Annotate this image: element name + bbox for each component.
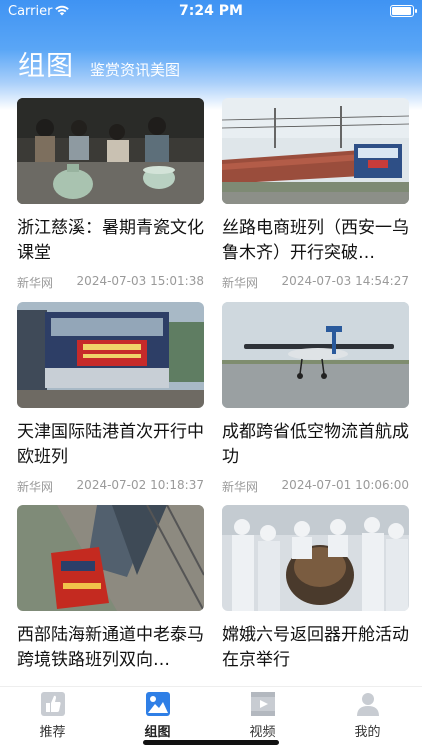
card-timestamp: 2024-07-03 14:54:27 — [281, 274, 409, 288]
card-timestamp: 2024-07-03 15:01:38 — [76, 274, 204, 288]
gallery-card[interactable]: 丝路电商班列（西安一乌鲁木齐）开行突破… 新华网 2024-07-03 14:5… — [222, 98, 409, 291]
card-title: 嫦娥六号返回器开舱活动在京举行 — [222, 625, 409, 670]
video-icon — [250, 692, 275, 716]
card-source: 新华网 — [222, 480, 259, 494]
gallery-card[interactable]: 浙江慈溪：暑期青瓷文化课堂 新华网 2024-07-03 15:01:38 — [17, 98, 204, 291]
home-indicator — [143, 740, 279, 745]
profile-icon — [356, 693, 379, 716]
red-locomotive-photo — [17, 505, 204, 611]
gallery-card[interactable]: 嫦娥六号返回器开舱活动在京举行 — [222, 505, 409, 673]
locomotive-photo — [17, 302, 204, 408]
gallery-card[interactable]: 成都跨省低空物流首航成功 新华网 2024-07-01 10:06:00 — [222, 302, 409, 495]
image-gallery-icon — [145, 692, 170, 716]
card-timestamp: 2024-07-01 10:06:00 — [281, 478, 409, 492]
card-title: 成都跨省低空物流首航成功 — [222, 422, 409, 467]
tab-gallery[interactable]: 组图 — [105, 691, 210, 740]
tab-label: 视频 — [249, 725, 276, 740]
card-title: 西部陆海新通道中老泰马跨境铁路班列双向… — [17, 625, 204, 670]
battery-icon — [390, 5, 417, 17]
page-subtitle: 鉴赏资讯美图 — [90, 61, 181, 79]
card-title: 浙江慈溪：暑期青瓷文化课堂 — [17, 218, 204, 263]
tab-profile[interactable]: 我的 — [315, 691, 420, 740]
tab-label: 推荐 — [39, 725, 66, 740]
card-source: 新华网 — [17, 276, 54, 290]
card-title: 丝路电商班列（西安一乌鲁木齐）开行突破… — [222, 218, 409, 263]
card-timestamp: 2024-07-02 10:18:37 — [76, 478, 204, 492]
capsule-opening-photo — [222, 505, 409, 611]
cargo-plane-photo — [222, 302, 409, 408]
card-title: 天津国际陆港首次开行中欧班列 — [17, 422, 204, 467]
status-bar: Carrier 7:24 PM — [0, 0, 422, 24]
tab-recommend[interactable]: 推荐 — [0, 691, 105, 740]
freight-train-photo — [222, 98, 409, 204]
tab-label: 我的 — [354, 725, 381, 740]
tab-label: 组图 — [144, 725, 171, 740]
card-source: 新华网 — [222, 276, 259, 290]
card-source: 新华网 — [17, 480, 54, 494]
tab-video[interactable]: 视频 — [210, 691, 315, 740]
thumbs-up-icon — [40, 692, 65, 716]
clock: 7:24 PM — [179, 3, 243, 19]
page-title: 组图 — [18, 51, 74, 82]
gallery-card[interactable]: 西部陆海新通道中老泰马跨境铁路班列双向… — [17, 505, 204, 673]
gallery-card[interactable]: 天津国际陆港首次开行中欧班列 新华网 2024-07-02 10:18:37 — [17, 302, 204, 495]
ceramics-class-photo — [17, 98, 204, 204]
